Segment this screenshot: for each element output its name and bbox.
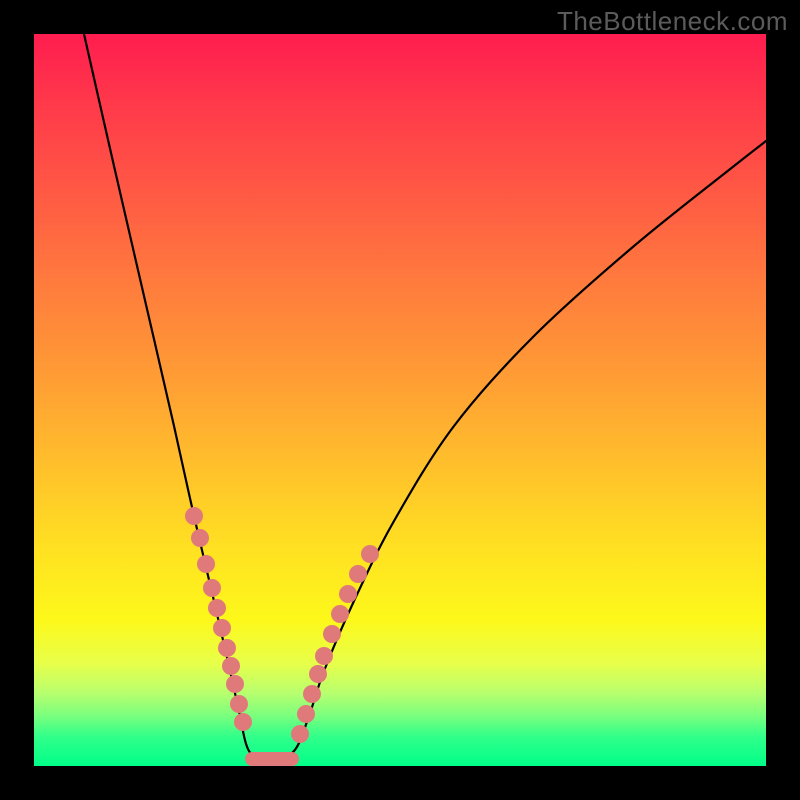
data-dot (331, 605, 349, 623)
data-dot (185, 507, 203, 525)
data-dot (349, 565, 367, 583)
data-dot (226, 675, 244, 693)
data-dot (339, 585, 357, 603)
data-dot (234, 713, 252, 731)
data-dot (230, 695, 248, 713)
data-dot (191, 529, 209, 547)
data-dot (208, 599, 226, 617)
data-dot (323, 625, 341, 643)
watermark-text: TheBottleneck.com (557, 6, 788, 37)
data-dot (297, 705, 315, 723)
data-dot (218, 639, 236, 657)
data-dot (303, 685, 321, 703)
data-dot (203, 579, 221, 597)
plot-area (34, 34, 766, 766)
data-dot (222, 657, 240, 675)
bottleneck-curve (84, 34, 766, 763)
data-dot (197, 555, 215, 573)
data-dot (315, 647, 333, 665)
data-dot (213, 619, 231, 637)
chart-container: TheBottleneck.com (0, 0, 800, 800)
data-dot (361, 545, 379, 563)
data-dot (291, 725, 309, 743)
curve-svg (34, 34, 766, 766)
data-dot (309, 665, 327, 683)
